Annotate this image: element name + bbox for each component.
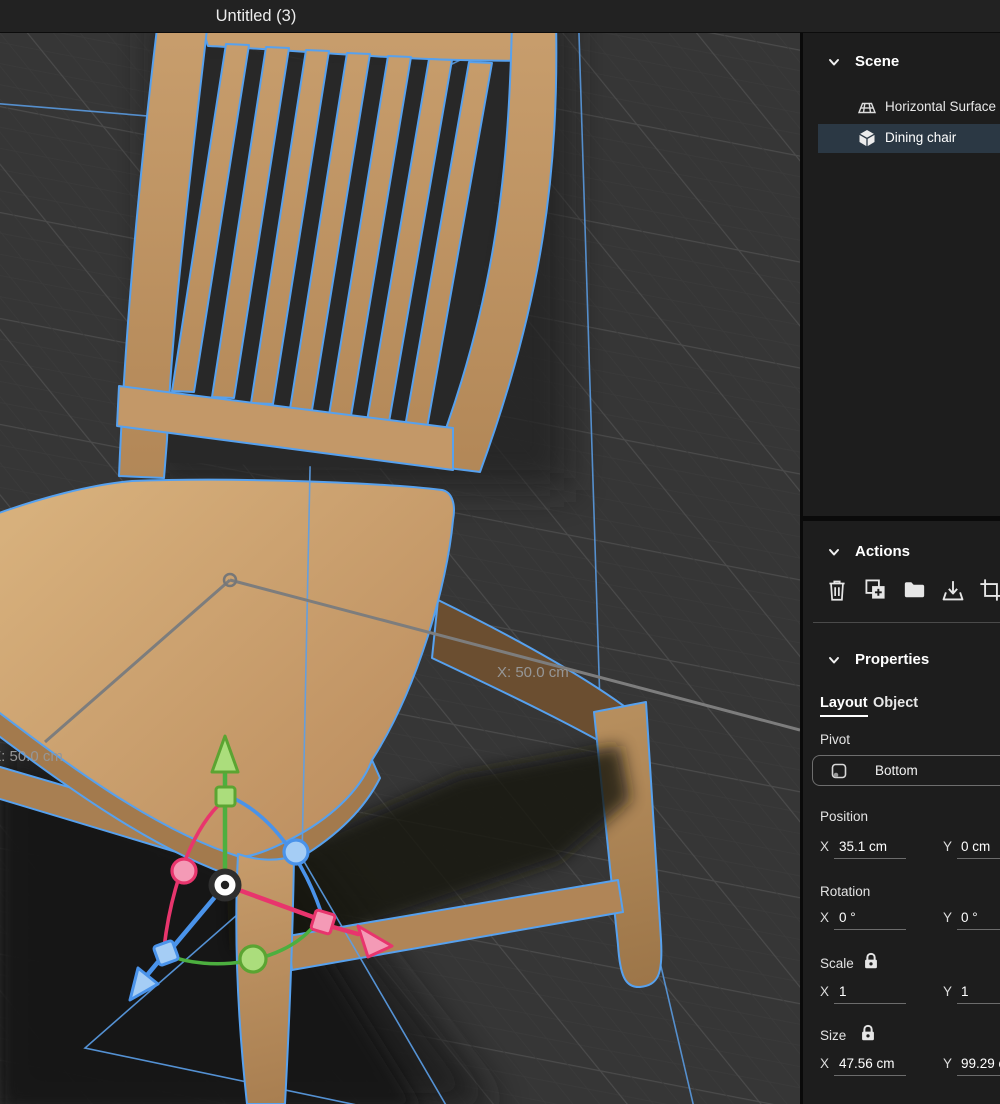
position-x-key: X (820, 839, 829, 854)
right-panel: Scene Horizontal Surface Dining chair (803, 33, 1000, 1104)
scale-y-key: Y (943, 984, 952, 999)
scene-section-title: Scene (855, 53, 899, 70)
actions-section-title: Actions (855, 543, 910, 560)
x-measurement-label: X: 50.0 cm (497, 664, 569, 681)
viewport-3d[interactable]: X: 50.0 cm Z: 50.0 cm (0, 33, 800, 1104)
actions-section-header[interactable]: Actions (803, 543, 1000, 563)
trash-icon (825, 591, 849, 606)
chevron-down-icon (827, 55, 841, 69)
scene-item-dining-chair[interactable]: Dining chair (818, 124, 1000, 153)
duplicate-icon (863, 590, 888, 605)
size-label: Size (820, 1028, 846, 1043)
cube-icon (856, 128, 878, 150)
actions-properties-divider (813, 622, 1000, 623)
position-x-field[interactable]: 35.1 cm (839, 839, 887, 854)
rotation-label: Rotation (820, 884, 870, 899)
rotate-blue-handle[interactable] (284, 840, 308, 864)
frame-button[interactable] (978, 577, 1000, 603)
scene-section-header[interactable]: Scene (803, 53, 1000, 73)
scale-y-handle[interactable] (216, 787, 235, 806)
app-window: Untitled (3) (0, 0, 1000, 1104)
field-underline (957, 858, 1000, 859)
tab-layout[interactable]: Layout (820, 695, 868, 717)
field-underline (834, 929, 906, 930)
size-x-key: X (820, 1056, 829, 1071)
rotation-x-field[interactable]: 0 ° (839, 910, 856, 925)
download-tray-icon (940, 591, 966, 606)
scene-item-horizontal-surface[interactable]: Horizontal Surface (818, 93, 1000, 122)
field-underline (957, 1003, 1000, 1004)
duplicate-button[interactable] (862, 577, 888, 603)
scale-y-field[interactable]: 1 (961, 984, 969, 999)
pivot-dropdown[interactable]: Bottom (812, 755, 1000, 786)
rotate-pink-handle[interactable] (172, 859, 196, 883)
rotation-x-key: X (820, 910, 829, 925)
rotation-y-field[interactable]: 0 ° (961, 910, 978, 925)
scene-item-label: Horizontal Surface (885, 99, 996, 114)
size-y-field[interactable]: 99.29 cm (961, 1056, 1000, 1071)
lock-icon[interactable] (861, 951, 881, 971)
chevron-down-icon (827, 545, 841, 559)
field-underline (834, 858, 906, 859)
position-y-field[interactable]: 0 cm (961, 839, 990, 854)
send-to-ground-button[interactable] (940, 577, 966, 603)
scene-item-label: Dining chair (885, 130, 956, 145)
rotate-green-handle[interactable] (240, 946, 266, 972)
scale-x-key: X (820, 984, 829, 999)
scale-x-field[interactable]: 1 (839, 984, 847, 999)
group-button[interactable] (901, 577, 927, 603)
properties-section-title: Properties (855, 651, 929, 668)
field-underline (957, 1075, 1000, 1076)
title-bar: Untitled (3) (0, 0, 1000, 33)
horizontal-surface-icon (856, 97, 878, 119)
gizmo-center-handle[interactable] (209, 869, 242, 902)
position-label: Position (820, 809, 868, 824)
z-measurement-label: Z: 50.0 cm (0, 748, 63, 765)
frame-icon (978, 591, 1000, 606)
scale-z-handle[interactable] (153, 940, 179, 966)
tab-object[interactable]: Object (873, 695, 918, 711)
lock-icon[interactable] (858, 1023, 878, 1043)
document-title: Untitled (3) (0, 0, 512, 32)
pivot-value: Bottom (875, 763, 918, 778)
pivot-bottom-icon (830, 762, 848, 780)
size-x-field[interactable]: 47.56 cm (839, 1056, 895, 1071)
folder-icon (902, 590, 927, 605)
size-y-key: Y (943, 1056, 952, 1071)
delete-button[interactable] (824, 577, 850, 603)
pivot-label: Pivot (820, 732, 850, 747)
field-underline (957, 929, 1000, 930)
field-underline (834, 1075, 906, 1076)
properties-section-header[interactable]: Properties (803, 651, 1000, 671)
section-divider (803, 516, 1000, 521)
chevron-down-icon (827, 653, 841, 667)
rotation-y-key: Y (943, 910, 952, 925)
position-y-key: Y (943, 839, 952, 854)
scale-x-handle[interactable] (311, 910, 336, 935)
scale-label: Scale (820, 956, 854, 971)
field-underline (834, 1003, 906, 1004)
